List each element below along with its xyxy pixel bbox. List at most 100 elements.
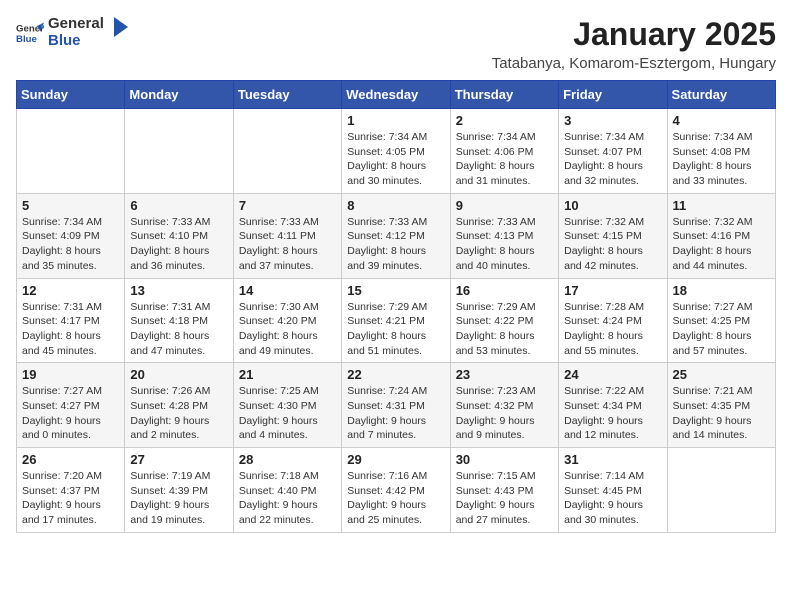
day-number: 16: [456, 283, 553, 298]
day-number: 13: [130, 283, 227, 298]
day-info: Sunrise: 7:20 AM Sunset: 4:37 PM Dayligh…: [22, 469, 119, 528]
day-number: 17: [564, 283, 661, 298]
logo-icon: General Blue: [16, 19, 44, 47]
weekday-header-wednesday: Wednesday: [342, 81, 450, 109]
calendar-week-row: 19 Sunrise: 7:27 AM Sunset: 4:27 PM Dayli…: [17, 363, 776, 448]
day-info: Sunrise: 7:33 AM Sunset: 4:11 PM Dayligh…: [239, 215, 336, 274]
day-number: 29: [347, 452, 444, 467]
calendar-cell: 16 Sunrise: 7:29 AM Sunset: 4:22 PM Dayli…: [450, 278, 558, 363]
day-number: 14: [239, 283, 336, 298]
day-info: Sunrise: 7:25 AM Sunset: 4:30 PM Dayligh…: [239, 384, 336, 443]
day-number: 24: [564, 367, 661, 382]
day-number: 30: [456, 452, 553, 467]
day-number: 19: [22, 367, 119, 382]
day-info: Sunrise: 7:16 AM Sunset: 4:42 PM Dayligh…: [347, 469, 444, 528]
calendar-table: SundayMondayTuesdayWednesdayThursdayFrid…: [16, 80, 776, 533]
calendar-week-row: 12 Sunrise: 7:31 AM Sunset: 4:17 PM Dayli…: [17, 278, 776, 363]
day-number: 27: [130, 452, 227, 467]
title-area: January 2025 Tatabanya, Komarom-Esztergo…: [492, 16, 776, 72]
day-number: 10: [564, 198, 661, 213]
calendar-cell: 10 Sunrise: 7:32 AM Sunset: 4:15 PM Dayli…: [559, 193, 667, 278]
svg-text:Blue: Blue: [16, 33, 37, 44]
day-number: 15: [347, 283, 444, 298]
calendar-cell: 18 Sunrise: 7:27 AM Sunset: 4:25 PM Dayli…: [667, 278, 775, 363]
day-info: Sunrise: 7:31 AM Sunset: 4:17 PM Dayligh…: [22, 300, 119, 359]
day-number: 31: [564, 452, 661, 467]
day-info: Sunrise: 7:34 AM Sunset: 4:05 PM Dayligh…: [347, 130, 444, 189]
calendar-cell: 3 Sunrise: 7:34 AM Sunset: 4:07 PM Daylig…: [559, 109, 667, 194]
day-info: Sunrise: 7:28 AM Sunset: 4:24 PM Dayligh…: [564, 300, 661, 359]
calendar-cell: 23Sunrise: 7:23 AM Sunset: 4:32 PM Dayli…: [450, 363, 558, 448]
location-title: Tatabanya, Komarom-Esztergom, Hungary: [492, 55, 776, 72]
day-info: Sunrise: 7:29 AM Sunset: 4:22 PM Dayligh…: [456, 300, 553, 359]
day-number: 4: [673, 113, 770, 128]
logo-flag-icon: [110, 17, 130, 45]
day-info: Sunrise: 7:34 AM Sunset: 4:06 PM Dayligh…: [456, 130, 553, 189]
day-number: 11: [673, 198, 770, 213]
calendar-cell: 25 Sunrise: 7:21 AM Sunset: 4:35 PM Dayli…: [667, 363, 775, 448]
day-info: Sunrise: 7:27 AM Sunset: 4:25 PM Dayligh…: [673, 300, 770, 359]
day-info: Sunrise: 7:34 AM Sunset: 4:08 PM Dayligh…: [673, 130, 770, 189]
day-number: 6: [130, 198, 227, 213]
day-info: Sunrise: 7:18 AM Sunset: 4:40 PM Dayligh…: [239, 469, 336, 528]
calendar-cell: 29 Sunrise: 7:16 AM Sunset: 4:42 PM Dayli…: [342, 448, 450, 533]
calendar-cell: 24 Sunrise: 7:22 AM Sunset: 4:34 PM Dayli…: [559, 363, 667, 448]
weekday-header-row: SundayMondayTuesdayWednesdayThursdayFrid…: [17, 81, 776, 109]
day-info: Sunrise: 7:32 AM Sunset: 4:15 PM Dayligh…: [564, 215, 661, 274]
day-info: Sunrise: 7:15 AM Sunset: 4:43 PM Dayligh…: [456, 469, 553, 528]
calendar-cell: [17, 109, 125, 194]
calendar-cell: 7Sunrise: 7:33 AM Sunset: 4:11 PM Daylig…: [233, 193, 341, 278]
calendar-cell: 21 Sunrise: 7:25 AM Sunset: 4:30 PM Dayli…: [233, 363, 341, 448]
day-info: Sunrise: 7:14 AM Sunset: 4:45 PM Dayligh…: [564, 469, 661, 528]
month-title: January 2025: [492, 16, 776, 53]
calendar-cell: 8Sunrise: 7:33 AM Sunset: 4:12 PM Daylig…: [342, 193, 450, 278]
calendar-cell: 17 Sunrise: 7:28 AM Sunset: 4:24 PM Dayli…: [559, 278, 667, 363]
calendar-cell: 15 Sunrise: 7:29 AM Sunset: 4:21 PM Dayli…: [342, 278, 450, 363]
day-number: 20: [130, 367, 227, 382]
calendar-week-row: 5Sunrise: 7:34 AM Sunset: 4:09 PM Daylig…: [17, 193, 776, 278]
calendar-cell: [233, 109, 341, 194]
day-number: 1: [347, 113, 444, 128]
calendar-cell: [667, 448, 775, 533]
calendar-cell: 2 Sunrise: 7:34 AM Sunset: 4:06 PM Daylig…: [450, 109, 558, 194]
day-number: 12: [22, 283, 119, 298]
weekday-header-saturday: Saturday: [667, 81, 775, 109]
day-number: 22: [347, 367, 444, 382]
day-number: 21: [239, 367, 336, 382]
day-info: Sunrise: 7:29 AM Sunset: 4:21 PM Dayligh…: [347, 300, 444, 359]
day-number: 3: [564, 113, 661, 128]
day-info: Sunrise: 7:32 AM Sunset: 4:16 PM Dayligh…: [673, 215, 770, 274]
day-info: Sunrise: 7:19 AM Sunset: 4:39 PM Dayligh…: [130, 469, 227, 528]
page-header: General Blue General Blue January 2025 T…: [16, 16, 776, 72]
day-number: 25: [673, 367, 770, 382]
calendar-cell: 4 Sunrise: 7:34 AM Sunset: 4:08 PM Daylig…: [667, 109, 775, 194]
calendar-cell: 30 Sunrise: 7:15 AM Sunset: 4:43 PM Dayli…: [450, 448, 558, 533]
day-info: Sunrise: 7:34 AM Sunset: 4:07 PM Dayligh…: [564, 130, 661, 189]
day-number: 28: [239, 452, 336, 467]
calendar-week-row: 26 Sunrise: 7:20 AM Sunset: 4:37 PM Dayli…: [17, 448, 776, 533]
calendar-cell: [125, 109, 233, 194]
day-info: Sunrise: 7:33 AM Sunset: 4:10 PM Dayligh…: [130, 215, 227, 274]
calendar-cell: 9Sunrise: 7:33 AM Sunset: 4:13 PM Daylig…: [450, 193, 558, 278]
calendar-cell: 28 Sunrise: 7:18 AM Sunset: 4:40 PM Dayli…: [233, 448, 341, 533]
calendar-cell: 5Sunrise: 7:34 AM Sunset: 4:09 PM Daylig…: [17, 193, 125, 278]
calendar-cell: 12 Sunrise: 7:31 AM Sunset: 4:17 PM Dayli…: [17, 278, 125, 363]
day-info: Sunrise: 7:22 AM Sunset: 4:34 PM Dayligh…: [564, 384, 661, 443]
day-info: Sunrise: 7:21 AM Sunset: 4:35 PM Dayligh…: [673, 384, 770, 443]
day-info: Sunrise: 7:27 AM Sunset: 4:27 PM Dayligh…: [22, 384, 119, 443]
day-info: Sunrise: 7:34 AM Sunset: 4:09 PM Dayligh…: [22, 215, 119, 274]
day-number: 2: [456, 113, 553, 128]
day-number: 18: [673, 283, 770, 298]
logo: General Blue General Blue: [16, 16, 130, 49]
calendar-cell: 27 Sunrise: 7:19 AM Sunset: 4:39 PM Dayli…: [125, 448, 233, 533]
calendar-cell: 26 Sunrise: 7:20 AM Sunset: 4:37 PM Dayli…: [17, 448, 125, 533]
weekday-header-sunday: Sunday: [17, 81, 125, 109]
day-info: Sunrise: 7:33 AM Sunset: 4:12 PM Dayligh…: [347, 215, 444, 274]
day-info: Sunrise: 7:33 AM Sunset: 4:13 PM Dayligh…: [456, 215, 553, 274]
day-info: Sunrise: 7:31 AM Sunset: 4:18 PM Dayligh…: [130, 300, 227, 359]
day-info: Sunrise: 7:26 AM Sunset: 4:28 PM Dayligh…: [130, 384, 227, 443]
logo-general: General: [48, 16, 104, 33]
day-number: 26: [22, 452, 119, 467]
day-info: Sunrise: 7:23 AM Sunset: 4:32 PM Dayligh…: [456, 384, 553, 443]
calendar-cell: 6 Sunrise: 7:33 AM Sunset: 4:10 PM Daylig…: [125, 193, 233, 278]
